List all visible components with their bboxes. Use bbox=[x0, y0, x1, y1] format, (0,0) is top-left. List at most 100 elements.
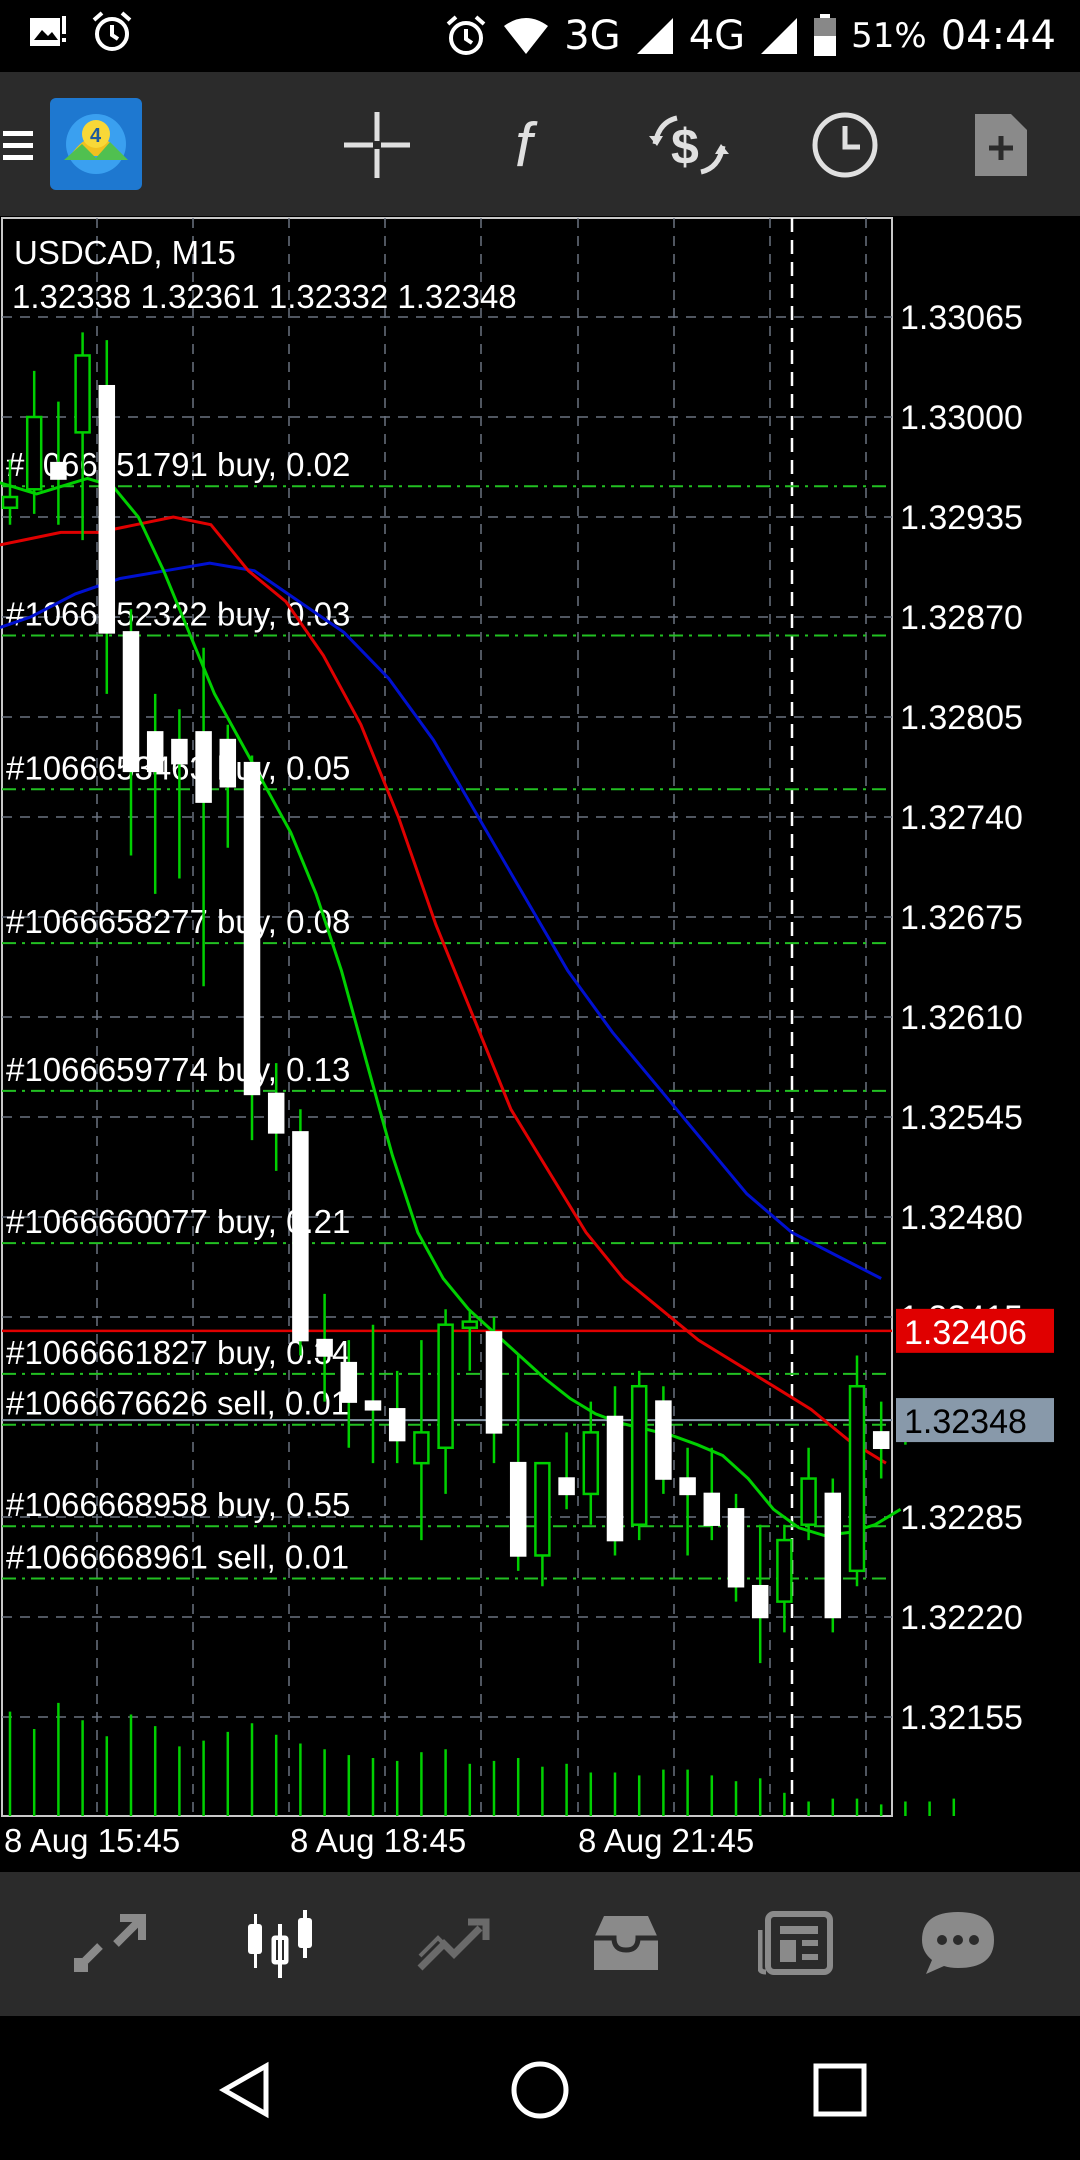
chat-icon[interactable] bbox=[908, 1898, 1008, 1988]
bid-price-label: 1.32406 bbox=[904, 1314, 1027, 1352]
candle-body bbox=[485, 1331, 503, 1434]
candle-body bbox=[679, 1477, 696, 1496]
alarm-icon bbox=[90, 10, 134, 54]
order-label: #1066676626 sell, 0.01 bbox=[6, 1385, 349, 1422]
candle-body bbox=[630, 1384, 648, 1526]
crosshair-icon[interactable] bbox=[332, 100, 422, 190]
chart-ohlc-values: 1.32338 1.32361 1.32332 1.32348 bbox=[12, 278, 517, 315]
chart-symbol-title: USDCAD, M15 bbox=[14, 234, 236, 271]
candle-body bbox=[243, 761, 261, 1096]
clock-time: 04:44 bbox=[940, 13, 1056, 59]
quotes-icon[interactable] bbox=[60, 1898, 160, 1988]
current-price-label: 1.32348 bbox=[904, 1403, 1027, 1441]
candle-body bbox=[461, 1320, 479, 1330]
candle-body bbox=[219, 738, 237, 788]
candle-body bbox=[146, 731, 164, 773]
candle-body bbox=[25, 415, 43, 491]
function-icon[interactable]: f bbox=[488, 100, 578, 190]
candle-body bbox=[340, 1361, 358, 1403]
back-icon[interactable] bbox=[206, 2050, 286, 2130]
candle-body bbox=[122, 631, 140, 773]
price-axis-label: 1.32740 bbox=[900, 799, 1023, 837]
recents-icon[interactable] bbox=[800, 2050, 880, 2130]
price-axis: 1.33065 1.33000 1.32935 1.32870 1.32805 1.327… bbox=[900, 299, 1023, 1737]
network-4g-label: 4G bbox=[688, 13, 746, 59]
candle-body bbox=[292, 1131, 309, 1342]
time-axis-label: 8 Aug 15:45 bbox=[4, 1822, 180, 1859]
candle-body bbox=[50, 461, 67, 480]
history-icon[interactable] bbox=[576, 1898, 676, 1988]
candle-body bbox=[267, 1092, 285, 1134]
candle-body bbox=[655, 1400, 672, 1480]
order-label: #1066658277 buy, 0.08 bbox=[6, 903, 350, 940]
order-label: #1066668958 buy, 0.55 bbox=[6, 1486, 350, 1523]
status-bar: 3G 4G 51% 04:44 bbox=[0, 0, 1080, 72]
candle-body bbox=[558, 1477, 575, 1496]
candle-body bbox=[872, 1431, 890, 1450]
candle-body bbox=[824, 1492, 842, 1619]
candle-body bbox=[534, 1461, 551, 1557]
price-labels: 1.32406 1.32348 bbox=[896, 1308, 1054, 1443]
news-icon[interactable] bbox=[748, 1898, 848, 1988]
price-axis-label: 1.32545 bbox=[900, 1099, 1023, 1137]
battery-percent: 51% bbox=[851, 16, 927, 56]
new-order-icon[interactable] bbox=[956, 100, 1046, 190]
chart-canvas[interactable]: #1066651791 buy, 0.02#1066652322 buy, 0.… bbox=[0, 216, 1080, 1872]
candles bbox=[1, 332, 914, 1664]
price-chart[interactable]: #1066651791 buy, 0.02 #1066652322 buy, 0.… bbox=[0, 216, 1080, 1872]
candle-body bbox=[582, 1431, 600, 1496]
candle-body bbox=[751, 1584, 769, 1619]
candle-body bbox=[195, 731, 212, 803]
metatrader-logo[interactable]: 4 bbox=[48, 96, 144, 192]
order-label: #1066668961 sell, 0.01 bbox=[6, 1539, 349, 1576]
price-axis-label: 1.33000 bbox=[900, 399, 1023, 437]
svg-text:$: $ bbox=[671, 119, 699, 175]
candle-body bbox=[1, 495, 19, 510]
candle-body bbox=[413, 1431, 430, 1465]
time-axis-label: 8 Aug 18:45 bbox=[290, 1822, 466, 1859]
volume-bars bbox=[8, 1702, 956, 1816]
candle-body bbox=[703, 1492, 721, 1526]
svg-text:f: f bbox=[515, 111, 538, 180]
svg-text:4: 4 bbox=[90, 125, 102, 147]
candle-body bbox=[848, 1384, 866, 1573]
price-axis-label: 1.32220 bbox=[900, 1599, 1023, 1637]
candle-body bbox=[727, 1508, 745, 1588]
home-icon[interactable] bbox=[500, 2050, 580, 2130]
chart-icon[interactable] bbox=[232, 1898, 332, 1988]
candle-body bbox=[509, 1461, 527, 1557]
wifi-icon bbox=[502, 16, 550, 56]
battery-icon bbox=[813, 14, 837, 58]
currency-exchange-icon[interactable]: $ bbox=[644, 100, 734, 190]
price-axis-label: 1.33065 bbox=[900, 299, 1023, 337]
trade-icon[interactable] bbox=[404, 1898, 504, 1988]
candle-body bbox=[316, 1338, 333, 1357]
price-axis-label: 1.32675 bbox=[900, 899, 1023, 937]
price-axis-label: 1.32870 bbox=[900, 599, 1023, 637]
signal-icon bbox=[635, 16, 675, 56]
alarm-icon bbox=[444, 14, 488, 58]
candle-body bbox=[606, 1415, 624, 1542]
chart-toolbar: 4 f $ bbox=[0, 72, 1080, 216]
network-3g-label: 3G bbox=[564, 13, 621, 59]
time-axis-label: 8 Aug 21:45 bbox=[578, 1822, 754, 1859]
candle-body bbox=[98, 384, 116, 634]
time-axis: 8 Aug 15:45 8 Aug 18:45 8 Aug 21:45 bbox=[4, 1822, 754, 1859]
price-axis-label: 1.32935 bbox=[900, 499, 1023, 537]
candle-body bbox=[437, 1323, 454, 1450]
candle-body bbox=[364, 1400, 382, 1411]
clock-icon[interactable] bbox=[800, 100, 890, 190]
candle-body bbox=[388, 1408, 406, 1442]
price-axis-label: 1.32805 bbox=[900, 699, 1023, 737]
image-notification-icon bbox=[28, 12, 68, 52]
candle-body bbox=[776, 1538, 793, 1603]
candle-body bbox=[800, 1477, 817, 1526]
candle-body bbox=[171, 738, 188, 765]
price-axis-label: 1.32480 bbox=[900, 1199, 1023, 1237]
menu-icon[interactable] bbox=[0, 100, 40, 190]
candle-body bbox=[74, 354, 91, 434]
signal-icon bbox=[759, 16, 799, 56]
system-navigation bbox=[0, 2016, 1080, 2160]
bottom-navigation bbox=[0, 1872, 1080, 2016]
price-axis-label: 1.32155 bbox=[900, 1699, 1023, 1737]
